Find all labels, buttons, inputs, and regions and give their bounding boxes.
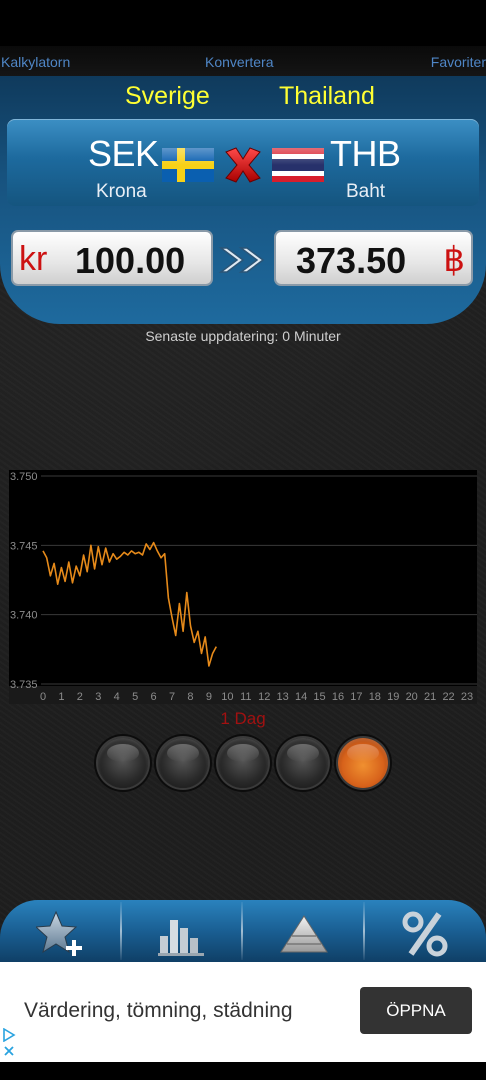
chart-x-tick-label: 6 bbox=[151, 691, 157, 703]
chart-y-tick-label: 3.750 bbox=[10, 471, 38, 483]
nav-convert-link[interactable]: Konvertera bbox=[205, 54, 273, 70]
range-button-5[interactable] bbox=[338, 738, 388, 788]
from-amount-field[interactable]: kr 100.00 bbox=[11, 230, 213, 286]
nav-favorites-link[interactable]: Favoriter bbox=[431, 54, 486, 70]
chart-x-tick-label: 3 bbox=[95, 691, 101, 703]
ad-text[interactable]: Värdering, tömning, städning bbox=[24, 999, 293, 1023]
to-country-label[interactable]: Thailand bbox=[279, 82, 375, 111]
chart-x-tick-label: 10 bbox=[221, 691, 233, 703]
to-amount-value: 373.50 bbox=[296, 240, 407, 281]
range-button-4[interactable] bbox=[278, 738, 328, 788]
sweden-flag-icon bbox=[162, 148, 214, 182]
from-country-label[interactable]: Sverige bbox=[125, 82, 210, 111]
thailand-flag-icon bbox=[272, 148, 324, 182]
to-currency-symbol: ฿ bbox=[443, 241, 465, 279]
chart-x-tick-label: 9 bbox=[206, 691, 212, 703]
chart-x-tick-label: 14 bbox=[295, 691, 307, 703]
from-currency-symbol: kr bbox=[19, 240, 48, 278]
chart-x-tick-label: 13 bbox=[277, 691, 289, 703]
ad-close-icon[interactable] bbox=[2, 1044, 16, 1058]
chart-x-tick-label: 0 bbox=[40, 691, 46, 703]
chart-x-tick-label: 11 bbox=[240, 691, 251, 703]
chart-x-tick-label: 23 bbox=[461, 691, 473, 703]
chart-x-tick-label: 21 bbox=[424, 691, 436, 703]
chart-x-tick-label: 12 bbox=[258, 691, 270, 703]
nav-calculator-link[interactable]: Kalkylatorn bbox=[1, 54, 70, 70]
range-button-3[interactable] bbox=[218, 738, 268, 788]
to-currency-code[interactable]: THB bbox=[330, 133, 401, 175]
from-currency-name: Krona bbox=[96, 181, 147, 202]
chart-x-tick-label: 5 bbox=[132, 691, 138, 703]
range-button-2[interactable] bbox=[158, 738, 208, 788]
chart-x-tick-label: 22 bbox=[442, 691, 454, 703]
chart-period-label: 1 Dag bbox=[220, 709, 266, 728]
chart-x-tick-label: 2 bbox=[77, 691, 83, 703]
percent-icon bbox=[402, 911, 448, 957]
rate-history-chart: 3.7503.7453.7403.7350 1 2 3 4 5 6 7 8 9 10 11 12 13 14… bbox=[9, 470, 477, 704]
chart-x-tick-label: 18 bbox=[369, 691, 381, 703]
tab-add-favorite[interactable] bbox=[0, 900, 120, 962]
chart-x-tick-label: 19 bbox=[387, 691, 399, 703]
swap-currencies-icon[interactable] bbox=[222, 146, 264, 184]
ad-open-button[interactable]: ÖPPNA bbox=[360, 987, 472, 1034]
top-navigation: Kalkylatorn Konvertera Favoriter bbox=[0, 46, 486, 76]
chart-x-tick-label: 1 bbox=[58, 691, 64, 703]
from-amount-value[interactable]: 100.00 bbox=[75, 240, 185, 282]
adchoices-icon[interactable] bbox=[2, 1028, 16, 1042]
chart-x-tick-label: 8 bbox=[187, 691, 193, 703]
chart-x-tick-label: 17 bbox=[350, 691, 362, 703]
last-update-status: Senaste uppdatering: 0 Minuter bbox=[145, 328, 341, 344]
chart-x-tick-label: 4 bbox=[114, 691, 120, 703]
system-nav-bar bbox=[0, 1062, 486, 1080]
tab-chart[interactable] bbox=[122, 900, 242, 962]
chart-x-tick-label: 20 bbox=[406, 691, 418, 703]
chart-plot-area bbox=[9, 470, 477, 686]
chart-x-tick-label: 15 bbox=[313, 691, 325, 703]
chart-x-tick-label: 7 bbox=[169, 691, 175, 703]
tab-pyramid[interactable] bbox=[243, 900, 363, 962]
chart-x-tick-label: 16 bbox=[332, 691, 344, 703]
star-plus-icon bbox=[36, 910, 82, 956]
tab-percent[interactable] bbox=[365, 900, 485, 962]
to-currency-name: Baht bbox=[346, 181, 386, 202]
from-currency-code[interactable]: SEK bbox=[88, 133, 159, 175]
chart-y-tick-label: 3.740 bbox=[10, 610, 38, 622]
double-chevron-right-icon bbox=[218, 247, 265, 273]
range-button-1[interactable] bbox=[98, 738, 148, 788]
chart-y-tick-label: 3.735 bbox=[10, 679, 38, 691]
bar-chart-icon bbox=[158, 920, 204, 956]
pyramid-icon bbox=[280, 915, 328, 953]
chart-y-tick-label: 3.745 bbox=[10, 540, 38, 552]
status-bar bbox=[0, 0, 486, 46]
to-amount-field[interactable]: 373.50 ฿ bbox=[274, 230, 473, 286]
